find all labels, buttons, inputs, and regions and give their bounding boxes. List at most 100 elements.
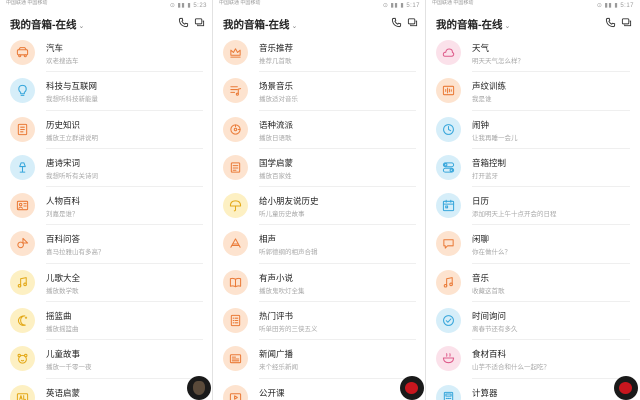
moon-icon <box>10 308 35 334</box>
app-header: 我的音箱-在线 ⌄ <box>426 12 640 34</box>
status-bar: 中国联通 中国移动 ⊙ ▮▮ ▮ 5:17 <box>213 0 426 12</box>
abc-icon <box>10 384 35 400</box>
calendar-icon <box>442 199 455 212</box>
toggle-icon <box>436 154 461 180</box>
item-title: 天气 <box>472 43 490 53</box>
open-book-icon <box>229 277 242 287</box>
list-item[interactable]: 唐诗宋词 我想听听有关诗词 <box>0 149 213 188</box>
chat-icon[interactable] <box>407 17 418 28</box>
app-header: 我的音箱-在线 ⌄ <box>213 12 426 34</box>
item-title: 音箱控制 <box>472 157 507 168</box>
chat-bubble-icon <box>443 239 454 250</box>
list-item[interactable]: 时间询问 离春节还有多久 <box>426 302 640 341</box>
list-item[interactable]: 科技与互联网 我想听科技新能量 <box>0 72 213 111</box>
open-book-icon <box>223 269 248 295</box>
list-item[interactable]: 音乐推荐 推荐几首歌 <box>213 34 426 73</box>
item-subtitle: 收藏这首歌 <box>472 287 505 295</box>
list-item[interactable]: 语种流派 播放日语歌 <box>213 111 426 149</box>
clock-icon <box>443 123 454 135</box>
cloud-icon <box>436 40 461 65</box>
list-item[interactable]: 汽车 欢老搜选车 <box>0 34 213 73</box>
panel-divider <box>212 0 213 400</box>
list-doc-icon <box>223 308 248 334</box>
list-item[interactable]: 历史知识播放王立群讲说明 <box>0 111 213 149</box>
umbrella-icon <box>223 193 248 219</box>
list-item[interactable]: 食材百科山芋不适合和什么一起吃？ <box>426 340 640 379</box>
chat-icon[interactable] <box>621 17 632 28</box>
list-item[interactable]: 公开课播放公开课 <box>213 379 426 400</box>
list-item[interactable]: 儿童故事 播放一千零一夜 <box>0 340 213 379</box>
phone-icon[interactable] <box>178 17 189 28</box>
device-selector[interactable]: 我的音箱-在线 ⌄ <box>223 17 297 32</box>
list-item[interactable]: 人物百科 刘嘉是谁？ <box>0 187 213 226</box>
phone-icon[interactable] <box>605 17 616 28</box>
item-title: 音乐 <box>472 272 490 283</box>
avatar[interactable] <box>400 376 424 400</box>
shapes-icon <box>17 238 29 249</box>
list-item[interactable]: 新闻广播 来个经乐新闻 <box>213 340 426 379</box>
bear-icon <box>17 354 28 365</box>
list-item[interactable]: 国学启蒙 播放百家姓 <box>213 149 426 188</box>
chat-bubble-icon <box>436 231 461 257</box>
list-item[interactable]: 音箱控制 打开蓝牙 <box>426 149 640 188</box>
voiceprint-icon <box>442 86 455 96</box>
moon-icon <box>17 315 28 326</box>
item-title: 国学启蒙 <box>259 157 294 168</box>
screen-panel-2: 中国联通 中国移动 ⊙ ▮▮ ▮ 5:17 我的音箱-在线 ⌄ 音乐推荐推荐几首歌… <box>213 0 426 400</box>
list-item[interactable]: 相声 听郭德纲的相声合辑 <box>213 225 426 264</box>
item-title: 历史知识 <box>46 119 81 130</box>
car-icon <box>16 47 29 58</box>
news-icon <box>223 346 248 372</box>
calendar-icon <box>436 193 461 219</box>
list-item[interactable]: 给小朋友说历史 听儿童历史故事 <box>213 187 426 226</box>
list-item[interactable]: 英语启蒙 <box>0 379 213 400</box>
crown-icon <box>223 40 248 65</box>
item-title: 英语启蒙 <box>46 387 81 398</box>
device-selector[interactable]: 我的音箱-在线 ⌄ <box>10 17 84 32</box>
list-item[interactable]: 热门评书 听单田芳的三侠五义 <box>213 302 426 341</box>
item-subtitle: 山芋不适合和什么一起吃？ <box>472 364 550 372</box>
status-bar: 中国联通 中国移动 ⊙ ▮▮ ▮ 5:23 <box>0 0 213 12</box>
list-item[interactable]: 场景音乐 播放适对音乐 <box>213 72 426 111</box>
scene-music-icon <box>223 78 248 104</box>
device-selector[interactable]: 我的音箱-在线 ⌄ <box>436 17 510 32</box>
item-title: 音乐推荐 <box>259 43 294 53</box>
lamp-icon <box>19 162 26 173</box>
abc-icon <box>16 392 29 400</box>
item-title: 场景音乐 <box>259 81 294 92</box>
list-item[interactable]: 声纹训练 我是谁 <box>426 72 640 111</box>
avatar[interactable] <box>614 376 638 400</box>
list-item[interactable]: 闲聊 你在做什么？ <box>426 225 640 264</box>
status-bar: 中国联通 中国移动 ⊙ ▮▮ ▮ 5:17 <box>426 0 640 12</box>
list-item[interactable]: 儿歌大全 播放数学歌 <box>0 264 213 303</box>
calculator-icon <box>436 384 461 400</box>
list-item[interactable]: 有声小说 播放鬼吹灯全集 <box>213 264 426 303</box>
chevron-down-icon: ⌄ <box>504 23 511 30</box>
list-item[interactable]: 百科问答 喜马拉雅山有多高？ <box>0 225 213 264</box>
item-subtitle: 推荐几首歌 <box>259 58 292 65</box>
item-title: 摇篮曲 <box>46 311 72 322</box>
crown-icon <box>230 48 241 58</box>
app-header: 我的音箱-在线 ⌄ <box>0 12 213 34</box>
bowl-icon <box>436 346 461 372</box>
avatar[interactable] <box>187 376 211 400</box>
item-title: 科技与互联网 <box>46 81 98 92</box>
video-icon <box>229 392 242 400</box>
list-item[interactable]: 天气 明天天气怎么样？ <box>426 34 640 73</box>
list-item[interactable]: 音乐 收藏这首歌 <box>426 264 640 303</box>
list-item[interactable]: 摇篮曲 播放摇篮曲 <box>0 302 213 341</box>
chat-icon[interactable] <box>194 17 205 28</box>
item-title: 食材百科 <box>472 349 507 360</box>
phone-icon[interactable] <box>391 17 402 28</box>
umbrella-icon <box>229 200 242 212</box>
skill-list: 汽车 欢老搜选车 科技与互联网 我想听科技新能量历史知识播放王立群讲说明唐诗宋词 我想听… <box>0 34 213 400</box>
item-subtitle: 播放王立群讲说明 <box>46 134 98 142</box>
voiceprint-icon <box>436 78 461 104</box>
screen-panel-3: 中国联通 中国移动 ⊙ ▮▮ ▮ 5:17 我的音箱-在线 ⌄ 天气 明天天气怎么样… <box>426 0 640 400</box>
list-item[interactable]: 计算器1/3152/4等于多少 <box>426 379 640 400</box>
item-subtitle: 我想听听有关诗词 <box>46 172 98 180</box>
list-item[interactable]: 闹钟 让我再睡一会儿 <box>426 111 640 149</box>
list-item[interactable]: 日历 添加明天上午十点开会的日程 <box>426 187 640 226</box>
lamp-icon <box>10 154 35 180</box>
bulb-icon <box>18 85 27 97</box>
